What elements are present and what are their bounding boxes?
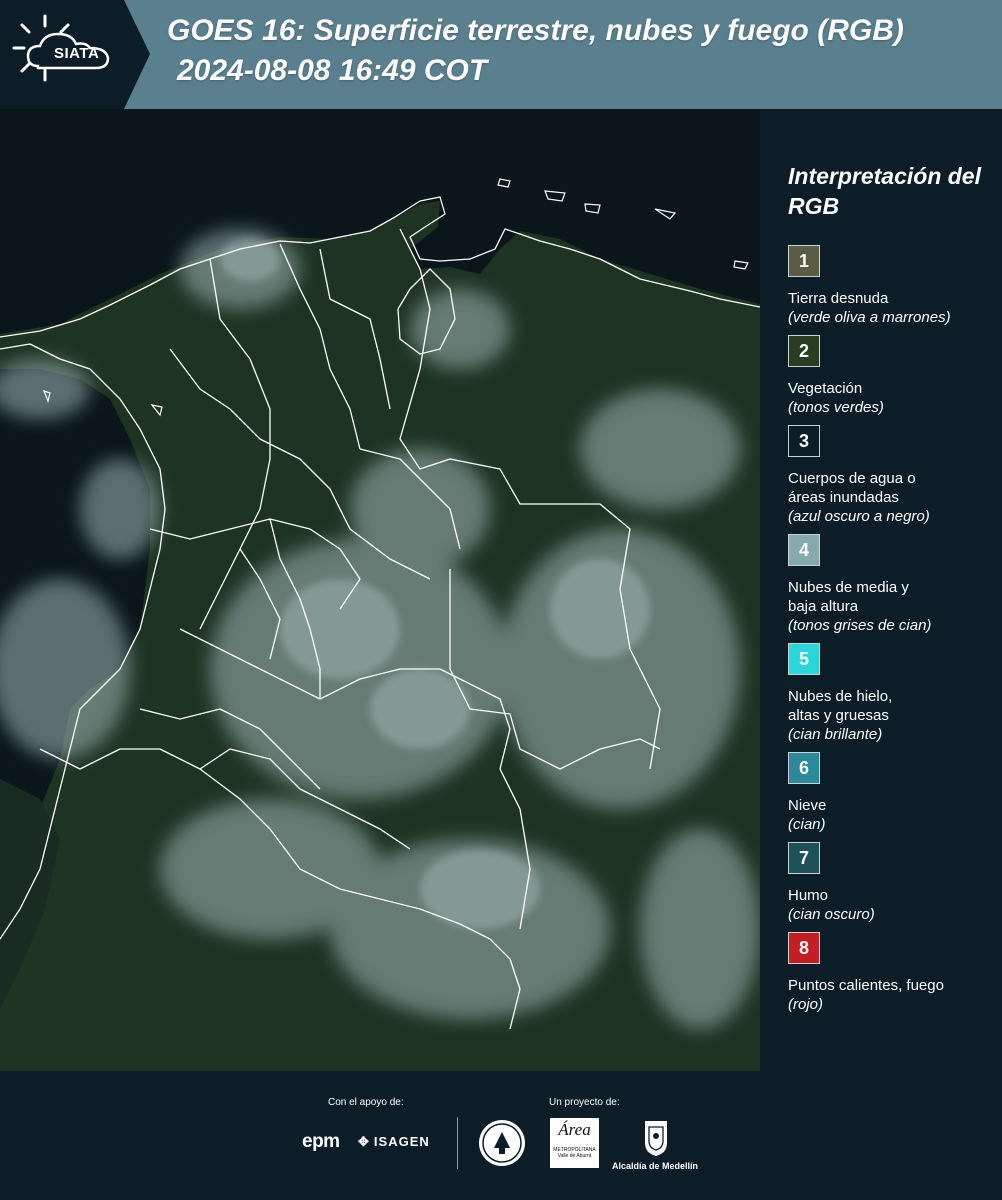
legend-label-8: Puntos calientes, fuego (788, 977, 944, 994)
legend-item-4: 4 Nubes de media y baja altura (tonos gr… (788, 534, 998, 635)
alcaldia-logo-text: Alcaldía de Medellín (612, 1161, 699, 1171)
legend-panel: Interpretación del RGB 1 Tierra desnuda … (760, 109, 1002, 1071)
isagen-logo: ✥ ISAGEN (358, 1134, 430, 1150)
area-logo-text: Área (558, 1120, 591, 1139)
legend-item-5: 5 Nubes de hielo, altas y gruesas (cian … (788, 643, 998, 744)
legend-swatch-4: 4 (788, 534, 820, 566)
isagen-mark-icon: ✥ (358, 1134, 370, 1149)
legend-desc-5: (cian brillante) (788, 726, 883, 743)
legend-label-1: Tierra desnuda (788, 290, 889, 307)
legend-item-6: 6 Nieve (cian) (788, 752, 998, 834)
support-caption: Con el apoyo de: (328, 1097, 404, 1108)
legend-desc-6: (cian) (788, 816, 826, 833)
legend-desc-8: (rojo) (788, 996, 824, 1013)
footer: Con el apoyo de: Un proyecto de: epm ✥ IS… (0, 1071, 1002, 1200)
legend-item-1: 1 Tierra desnuda (verde oliva a marrones… (788, 245, 998, 327)
legend-label-4: Nubes de media y baja altura (788, 579, 909, 615)
siata-logo: SIATA (0, 0, 150, 109)
legend-label-6: Nieve (788, 797, 827, 814)
map-svg (0, 109, 760, 1071)
legend-item-3: 3 Cuerpos de agua o áreas inundadas (azu… (788, 425, 998, 526)
header-bar: SIATA GOES 16: Superficie terrestre, nub… (0, 0, 1002, 109)
legend-item-8: 8 Puntos calientes, fuego (rojo) (788, 932, 998, 1014)
legend-swatch-3: 3 (788, 425, 820, 457)
epm-logo: epm (302, 1131, 340, 1152)
area-logo-subtext: METROPOLITANA Valle de Aburrá (553, 1147, 596, 1159)
legend-desc-2: (tonos verdes) (788, 399, 884, 416)
legend-swatch-6: 6 (788, 752, 820, 784)
legend-label-2: Vegetación (788, 380, 863, 397)
area-metropolitana-logo: Área METROPOLITANA Valle de Aburrá (550, 1118, 599, 1168)
legend-swatch-7: 7 (788, 842, 820, 874)
legend-label-7: Humo (788, 887, 829, 904)
legend-item-2: 2 Vegetación (tonos verdes) (788, 335, 998, 417)
satellite-map[interactable] (0, 109, 760, 1071)
page-title: GOES 16: Superficie terrestre, nubes y f… (167, 14, 904, 47)
alcaldia-crest-icon (643, 1119, 669, 1162)
footer-divider (457, 1117, 458, 1169)
legend-title: Interpretación del RGB (788, 163, 981, 219)
legend-swatch-5: 5 (788, 643, 820, 675)
legend-item-7: 7 Humo (cian oscuro) (788, 842, 998, 924)
legend-label-5: Nubes de hielo, altas y gruesas (788, 688, 893, 724)
legend-label-3: Cuerpos de agua o áreas inundadas (788, 470, 916, 506)
timestamp-title: 2024-08-08 16:49 COT (177, 54, 488, 87)
legend-swatch-2: 2 (788, 335, 820, 367)
isagen-logo-text: ISAGEN (373, 1134, 430, 1149)
legend-desc-3: (azul oscuro a negro) (788, 508, 930, 525)
university-seal-icon (477, 1118, 527, 1173)
legend-desc-1: (verde oliva a marrones) (788, 309, 951, 326)
legend-desc-7: (cian oscuro) (788, 906, 875, 923)
siata-logo-text: SIATA (54, 45, 100, 62)
project-caption: Un proyecto de: (549, 1097, 620, 1108)
legend-desc-4: (tonos grises de cian) (788, 617, 932, 634)
legend-swatch-8: 8 (788, 932, 820, 964)
legend-swatch-1: 1 (788, 245, 820, 277)
